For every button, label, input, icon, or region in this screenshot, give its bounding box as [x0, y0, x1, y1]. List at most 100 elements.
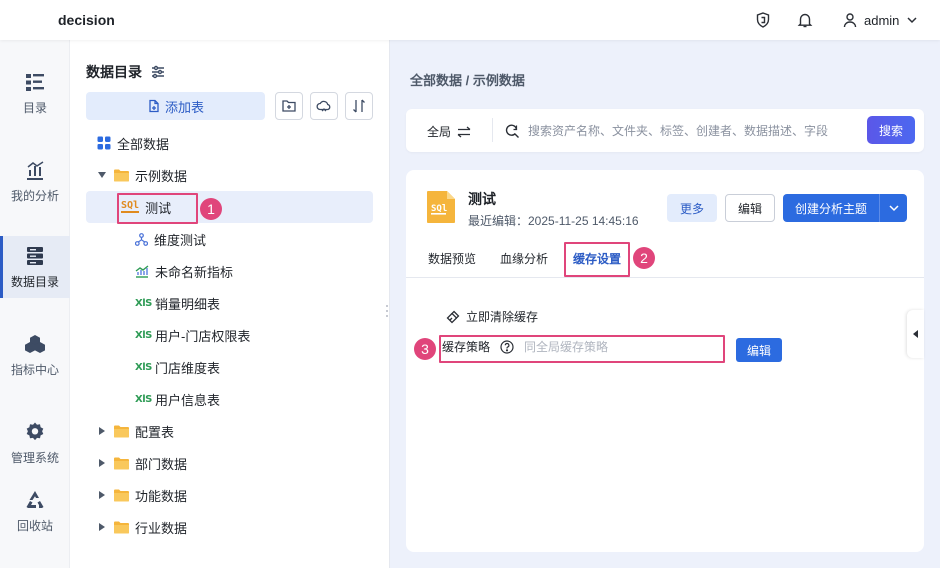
scope-label: 全局: [427, 125, 452, 139]
tree-item-user-store-permission[interactable]: XlS 用户-门店权限表: [86, 319, 373, 351]
folder-icon: [114, 169, 129, 182]
nav-item-catalog[interactable]: 目录: [0, 62, 70, 124]
tree-item-sales-detail[interactable]: XlS 销量明细表: [86, 287, 373, 319]
folder-icon: [114, 521, 129, 534]
nav-item-recycle-bin[interactable]: 回收站: [0, 480, 70, 542]
user-name: admin: [864, 12, 900, 28]
tab-lineage[interactable]: 血缘分析: [500, 250, 548, 267]
folder-icon: [114, 489, 129, 502]
caret-right-icon[interactable]: [96, 457, 108, 469]
catalog-tree-panel: 数据目录 添加表 全部数据 示例数据 SQl 测试 维度测试 未命名新指标 Xl…: [70, 40, 390, 568]
recycle-icon: [24, 489, 46, 511]
tree-item-unnamed-metric[interactable]: 未命名新指标: [86, 255, 373, 287]
search-button[interactable]: 搜索: [867, 116, 915, 144]
xls-icon: XlS: [135, 329, 152, 341]
nav-item-management[interactable]: 管理系统: [0, 412, 70, 474]
left-nav: 目录 我的分析 数据目录 指标中心 管理系统 回收站: [0, 40, 70, 568]
bar-chart-icon: [24, 159, 46, 181]
chevron-down-icon: [905, 13, 919, 27]
caret-right-icon[interactable]: [96, 489, 108, 501]
bell-icon[interactable]: [796, 11, 814, 29]
annotation-badge-1: 1: [200, 198, 222, 220]
resize-handle[interactable]: [385, 304, 389, 318]
highlight-box-1: [117, 193, 198, 224]
svg-text:SQl: SQl: [431, 204, 447, 214]
create-analysis-topic-button[interactable]: 创建分析主题: [783, 194, 907, 222]
panel-title: 数据目录: [86, 62, 166, 82]
collapse-panel-button[interactable]: [907, 310, 924, 358]
folder-add-icon: [281, 98, 297, 114]
caret-left-icon: [913, 330, 918, 338]
edit-button[interactable]: 编辑: [725, 194, 775, 222]
highlight-box-2: [564, 242, 630, 277]
highlight-box-3: [439, 335, 725, 363]
cloud-sync-button[interactable]: [310, 92, 338, 120]
tree-item-label: 功能数据: [135, 488, 188, 504]
breadcrumb: 全部数据 / 示例数据: [410, 73, 525, 88]
tree-item-config[interactable]: 配置表: [86, 415, 373, 447]
filter-settings-icon[interactable]: [150, 64, 166, 80]
tree-item-function-data[interactable]: 功能数据: [86, 479, 373, 511]
annotation-badge-3: 3: [414, 338, 436, 360]
search-input[interactable]: 搜索资产名称、文件夹、标签、创建者、数据描述、字段: [504, 122, 828, 139]
xls-icon: XlS: [135, 393, 152, 405]
caret-right-icon[interactable]: [96, 425, 108, 437]
swap-icon: [457, 126, 471, 138]
detail-tabs: 数据预览 血缘分析 缓存设置: [406, 242, 924, 278]
chevron-down-icon[interactable]: [880, 202, 907, 214]
tree-item-all-data[interactable]: 全部数据: [86, 127, 373, 159]
clear-cache-button[interactable]: 立即清除缓存: [446, 308, 538, 325]
tab-data-preview[interactable]: 数据预览: [428, 250, 476, 267]
broom-icon: [446, 310, 460, 324]
main-content: 全部数据 / 示例数据 全局 搜索资产名称、文件夹、标签、创建者、数据描述、字段…: [390, 40, 940, 568]
tree-item-label: 门店维度表: [155, 360, 221, 376]
tree-item-user-info[interactable]: XlS 用户信息表: [86, 383, 373, 415]
search-icon: [504, 123, 520, 139]
user-menu[interactable]: admin: [842, 11, 919, 29]
cache-policy-edit-button[interactable]: 编辑: [736, 338, 782, 362]
tree-item-department-data[interactable]: 部门数据: [86, 447, 373, 479]
tree-item-label: 用户-门店权限表: [155, 328, 251, 344]
nav-item-data-catalog[interactable]: 数据目录: [0, 236, 70, 298]
cubes-icon: [24, 333, 46, 355]
nav-label: 回收站: [16, 518, 53, 533]
divider: [492, 118, 493, 142]
nav-label: 数据目录: [10, 274, 59, 289]
add-table-button[interactable]: 添加表: [86, 92, 265, 120]
app-brand[interactable]: decision: [58, 12, 115, 28]
tree-item-label: 部门数据: [135, 456, 188, 472]
gear-icon: [24, 421, 46, 443]
top-bar: decision admin: [0, 0, 940, 40]
nav-item-my-analysis[interactable]: 我的分析: [0, 150, 70, 212]
tree-item-label: 未命名新指标: [155, 264, 234, 280]
tree-item-label: 销量明细表: [155, 296, 221, 312]
tree-item-label: 配置表: [135, 424, 175, 440]
more-button[interactable]: 更多: [667, 194, 717, 222]
menu-list-icon: [24, 71, 46, 93]
clear-cache-label: 立即清除缓存: [466, 310, 539, 324]
metric-icon: [135, 264, 149, 278]
xls-icon: XlS: [135, 297, 152, 309]
panel-title-text: 数据目录: [86, 64, 142, 80]
nav-label: 目录: [22, 100, 47, 115]
hierarchy-icon: [135, 232, 148, 246]
tree-item-store-dimension[interactable]: XlS 门店维度表: [86, 351, 373, 383]
new-folder-button[interactable]: [275, 92, 303, 120]
caret-down-icon[interactable]: [96, 169, 108, 181]
tree-item-label: 用户信息表: [155, 392, 221, 408]
annotation-badge-2: 2: [633, 247, 655, 269]
search-scope-toggle[interactable]: 全局: [427, 123, 471, 140]
search-bar: 全局 搜索资产名称、文件夹、标签、创建者、数据描述、字段 搜索: [406, 109, 924, 152]
folder-icon: [114, 425, 129, 438]
caret-right-icon[interactable]: [96, 521, 108, 533]
nav-label: 管理系统: [10, 450, 59, 465]
tree-item-industry-data[interactable]: 行业数据: [86, 511, 373, 543]
database-icon: [24, 245, 46, 267]
tree-item-sample-data[interactable]: 示例数据: [86, 159, 373, 191]
add-table-label: 添加表: [164, 99, 204, 115]
tree-item-dimension-test[interactable]: 维度测试: [86, 223, 373, 255]
shield-icon[interactable]: [754, 11, 772, 29]
tree-item-label: 行业数据: [135, 520, 188, 536]
nav-item-metrics-center[interactable]: 指标中心: [0, 324, 70, 386]
sort-button[interactable]: [345, 92, 373, 120]
